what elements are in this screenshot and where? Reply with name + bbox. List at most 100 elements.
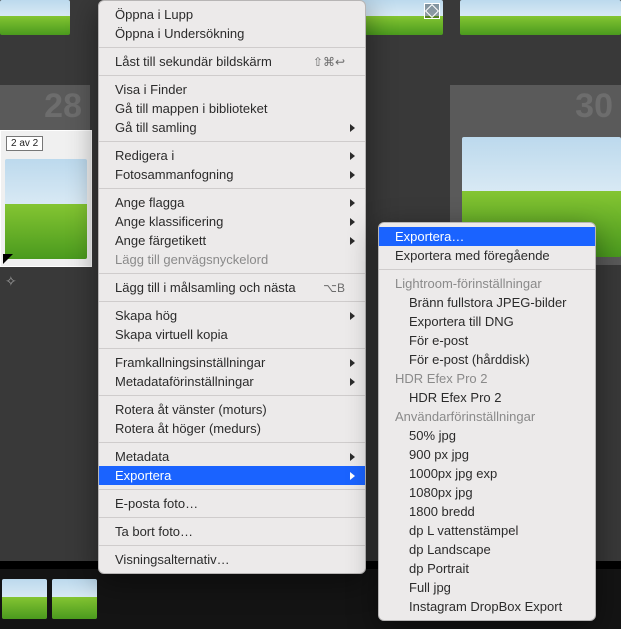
menu-edit-in[interactable]: Redigera i: [99, 146, 365, 165]
chevron-right-icon: [350, 152, 355, 160]
submenu-lr-burn[interactable]: Bränn fullstora JPEG-bilder: [379, 293, 595, 312]
menu-set-color[interactable]: Ange färgetikett: [99, 231, 365, 250]
submenu-user-1800[interactable]: 1800 bredd: [379, 502, 595, 521]
menu-label: Full jpg: [409, 580, 451, 595]
menu-label: Exportera med föregående: [395, 248, 550, 263]
menu-label: Lägg till genvägsnyckelord: [115, 252, 268, 267]
submenu-user-50[interactable]: 50% jpg: [379, 426, 595, 445]
menu-label: Lightroom-förinställningar: [395, 276, 542, 291]
submenu-user-full[interactable]: Full jpg: [379, 578, 595, 597]
menu-label: Gå till mappen i biblioteket: [115, 101, 267, 116]
cell-number: 30: [575, 87, 613, 126]
chevron-right-icon: [350, 312, 355, 320]
menu-export[interactable]: Exportera: [99, 466, 365, 485]
menu-label: Ange färgetikett: [115, 233, 206, 248]
menu-photo-merge[interactable]: Fotosammanfogning: [99, 165, 365, 184]
menu-label: 50% jpg: [409, 428, 456, 443]
menu-lock-secondary[interactable]: Låst till sekundär bildskärm ⇧⌘↩: [99, 52, 365, 71]
submenu-lr-email[interactable]: För e-post: [379, 331, 595, 350]
spray-tool-icon[interactable]: ✧: [5, 273, 17, 290]
menu-label: Instagram DropBox Export: [409, 599, 562, 614]
shortcut: ⇧⌘↩: [289, 55, 345, 69]
chevron-right-icon: [350, 237, 355, 245]
menu-virtual-copy[interactable]: Skapa virtuell kopia: [99, 325, 365, 344]
chevron-right-icon: [350, 378, 355, 386]
menu-label: Öppna i Lupp: [115, 7, 193, 22]
submenu-lr-email-hd[interactable]: För e-post (hårddisk): [379, 350, 595, 369]
submenu-user-900[interactable]: 900 px jpg: [379, 445, 595, 464]
selected-thumb-frame[interactable]: 2 av 2 ✧: [0, 130, 92, 267]
menu-add-target-next[interactable]: Lägg till i målsamling och nästa ⌥B: [99, 278, 365, 297]
submenu-efex[interactable]: HDR Efex Pro 2: [379, 388, 595, 407]
selection-badge: 2 av 2: [6, 136, 43, 151]
menu-add-keywords: Lägg till genvägsnyckelord: [99, 250, 365, 269]
menu-email[interactable]: E-posta foto…: [99, 494, 365, 513]
menu-go-collection[interactable]: Gå till samling: [99, 118, 365, 137]
menu-label: Gå till samling: [115, 120, 197, 135]
chevron-right-icon: [350, 359, 355, 367]
menu-label: HDR Efex Pro 2: [395, 371, 487, 386]
menu-delete[interactable]: Ta bort foto…: [99, 522, 365, 541]
shortcut: ⌥B: [299, 281, 345, 295]
menu-set-rating[interactable]: Ange klassificering: [99, 212, 365, 231]
submenu-user-landscape[interactable]: dp Landscape: [379, 540, 595, 559]
submenu-user-instagram[interactable]: Instagram DropBox Export: [379, 597, 595, 616]
submenu-user-1000[interactable]: 1000px jpg exp: [379, 464, 595, 483]
thumb[interactable]: [460, 0, 621, 35]
menu-rotate-ccw[interactable]: Rotera åt vänster (moturs): [99, 400, 365, 419]
menu-rotate-cw[interactable]: Rotera åt höger (medurs): [99, 419, 365, 438]
menu-go-library-folder[interactable]: Gå till mappen i biblioteket: [99, 99, 365, 118]
menu-label: HDR Efex Pro 2: [409, 390, 501, 405]
menu-label: Rotera åt vänster (moturs): [115, 402, 267, 417]
menu-metadata-presets[interactable]: Metadataförinställningar: [99, 372, 365, 391]
cell-number: 28: [44, 87, 82, 126]
menu-label: Skapa virtuell kopia: [115, 327, 228, 342]
menu-label: E-posta foto…: [115, 496, 198, 511]
menu-view-options[interactable]: Visningsalternativ…: [99, 550, 365, 569]
menu-label: För e-post: [409, 333, 468, 348]
submenu-header-efex: HDR Efex Pro 2: [379, 369, 595, 388]
menu-set-flag[interactable]: Ange flagga: [99, 193, 365, 212]
menu-label: Exportera till DNG: [409, 314, 514, 329]
menu-develop-settings[interactable]: Framkallningsinställningar: [99, 353, 365, 372]
menu-label: 900 px jpg: [409, 447, 469, 462]
menu-label: Visningsalternativ…: [115, 552, 230, 567]
menu-metadata[interactable]: Metadata: [99, 447, 365, 466]
menu-label: Öppna i Undersökning: [115, 26, 244, 41]
submenu-export-dialog[interactable]: Exportera…: [379, 227, 595, 246]
menu-open-survey[interactable]: Öppna i Undersökning: [99, 24, 365, 43]
menu-label: Metadataförinställningar: [115, 374, 254, 389]
menu-show-finder[interactable]: Visa i Finder: [99, 80, 365, 99]
export-submenu: Exportera… Exportera med föregående Ligh…: [378, 222, 596, 621]
menu-label: Rotera åt höger (medurs): [115, 421, 261, 436]
menu-label: Användarförinställningar: [395, 409, 535, 424]
menu-label: Bränn fullstora JPEG-bilder: [409, 295, 567, 310]
submenu-user-dpl[interactable]: dp L vattenstämpel: [379, 521, 595, 540]
menu-label: Ange klassificering: [115, 214, 223, 229]
menu-label: 1000px jpg exp: [409, 466, 497, 481]
chevron-right-icon: [350, 472, 355, 480]
menu-label: Fotosammanfogning: [115, 167, 234, 182]
submenu-header-user: Användarförinställningar: [379, 407, 595, 426]
submenu-user-1080[interactable]: 1080px jpg: [379, 483, 595, 502]
submenu-lr-dng[interactable]: Exportera till DNG: [379, 312, 595, 331]
grid-cell: 28: [0, 85, 90, 130]
chevron-right-icon: [350, 199, 355, 207]
menu-label: Exportera: [115, 468, 171, 483]
menu-label: 1800 bredd: [409, 504, 475, 519]
menu-label: dp L vattenstämpel: [409, 523, 518, 538]
menu-label: Ange flagga: [115, 195, 184, 210]
menu-label: Ta bort foto…: [115, 524, 193, 539]
menu-label: Skapa hög: [115, 308, 177, 323]
thumb[interactable]: [0, 0, 70, 35]
context-menu: Öppna i Lupp Öppna i Undersökning Låst t…: [98, 0, 366, 574]
menu-label: För e-post (hårddisk): [409, 352, 530, 367]
menu-stack[interactable]: Skapa hög: [99, 306, 365, 325]
submenu-header-lightroom: Lightroom-förinställningar: [379, 274, 595, 293]
chevron-right-icon: [350, 453, 355, 461]
menu-label: Lägg till i målsamling och nästa: [115, 280, 296, 295]
menu-open-loupe[interactable]: Öppna i Lupp: [99, 5, 365, 24]
submenu-user-portrait[interactable]: dp Portrait: [379, 559, 595, 578]
submenu-export-previous[interactable]: Exportera med föregående: [379, 246, 595, 265]
menu-label: dp Landscape: [409, 542, 491, 557]
